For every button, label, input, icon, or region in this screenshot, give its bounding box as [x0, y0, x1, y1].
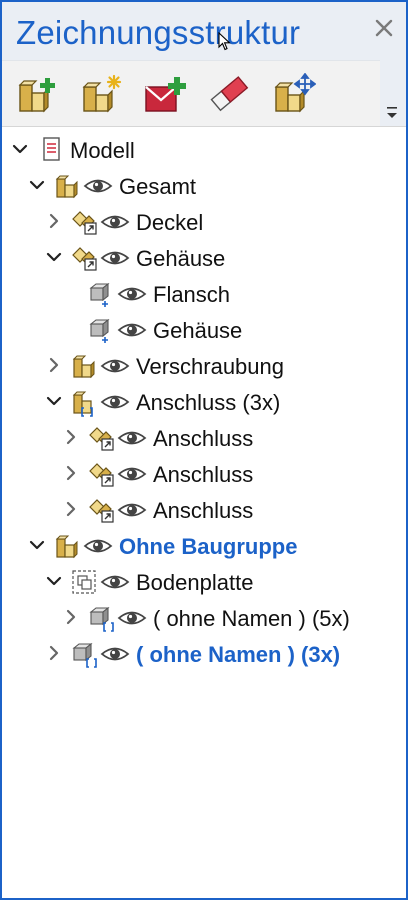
eye-icon[interactable]: [117, 498, 147, 522]
toolbar-buttons: [2, 60, 380, 126]
chevron-down-icon[interactable]: [46, 249, 62, 265]
assembly-link-icon: [72, 211, 97, 235]
tree-item-label: Flansch: [153, 282, 231, 307]
tree-item-label: Anschluss (3x): [136, 390, 281, 415]
tree-row[interactable]: Flansch: [2, 276, 406, 312]
chevron-down-icon[interactable]: [29, 177, 45, 193]
eye-icon[interactable]: [117, 282, 147, 306]
tree-row[interactable]: Anschluss: [2, 420, 406, 456]
tree-item-label: Bodenplatte: [136, 570, 254, 595]
tree-row[interactable]: Verschraubung: [2, 348, 406, 384]
assembly-instance-icon: [72, 391, 93, 417]
tree-row[interactable]: Anschluss: [2, 456, 406, 492]
eye-icon[interactable]: [117, 318, 147, 342]
tree-row[interactable]: Gehäuse: [2, 240, 406, 276]
chevron-right-icon[interactable]: [46, 213, 62, 229]
chevron-right-icon[interactable]: [63, 429, 79, 445]
chevron-down-icon[interactable]: [12, 141, 28, 157]
assembly-link-icon: [89, 427, 114, 451]
drawing-structure-panel: Zeichnungsstruktur Modell Gesamt Deckel …: [0, 0, 408, 900]
eye-icon[interactable]: [100, 354, 130, 378]
tree-item-label: Ohne Baugruppe: [119, 534, 298, 559]
chevron-right-icon[interactable]: [63, 609, 79, 625]
chevron-right-icon[interactable]: [46, 357, 62, 373]
eye-icon[interactable]: [100, 210, 130, 234]
tree-item-label: ( ohne Namen ) (3x): [136, 642, 341, 667]
toolbar: [2, 60, 406, 126]
tree-row[interactable]: Anschluss (3x): [2, 384, 406, 420]
assembly-link-icon: [89, 463, 114, 487]
part-instance-icon: [89, 606, 114, 632]
close-icon[interactable]: [372, 16, 396, 40]
eye-icon[interactable]: [100, 570, 130, 594]
eye-icon[interactable]: [117, 462, 147, 486]
eye-icon[interactable]: [117, 606, 147, 630]
tree-item-label: ( ohne Namen ) (5x): [153, 606, 350, 631]
chevron-down-icon[interactable]: [384, 104, 400, 122]
tree-row[interactable]: Bodenplatte: [2, 564, 406, 600]
chevron-right-icon[interactable]: [63, 501, 79, 517]
eye-icon[interactable]: [117, 426, 147, 450]
eye-icon[interactable]: [100, 246, 130, 270]
assembly-icon: [55, 175, 78, 199]
part-icon: [89, 282, 110, 307]
chevron-down-icon[interactable]: [29, 537, 45, 553]
tree-item-label: Gehäuse: [136, 246, 226, 271]
tree-item-label: Verschraubung: [136, 354, 284, 379]
tree-row[interactable]: Modell: [2, 132, 406, 168]
assembly-icon: [72, 355, 95, 379]
tree-row[interactable]: Deckel: [2, 204, 406, 240]
tree-item-label: Gehäuse: [153, 318, 243, 343]
tree-item-label: Modell: [70, 138, 135, 163]
tree-row[interactable]: Gesamt: [2, 168, 406, 204]
eye-icon[interactable]: [83, 174, 113, 198]
structure-tree: Modell Gesamt Deckel Gehäuse Flansch Gehäuse V…: [2, 126, 406, 898]
tree-row[interactable]: ( ohne Namen ) (5x): [2, 600, 406, 636]
tree-item-label: Anschluss: [153, 426, 254, 451]
chevron-down-icon[interactable]: [46, 393, 62, 409]
tree-row[interactable]: Gehäuse: [2, 312, 406, 348]
assembly-icon: [55, 535, 78, 559]
document-icon: [43, 137, 60, 161]
eraser-icon[interactable]: [206, 73, 252, 115]
tree-row[interactable]: ( ohne Namen ) (3x): [2, 636, 406, 672]
chevron-down-icon[interactable]: [46, 573, 62, 589]
tree-item-label: Gesamt: [119, 174, 197, 199]
chevron-right-icon[interactable]: [63, 465, 79, 481]
mouse-cursor-icon: [218, 32, 231, 51]
panel-title: Zeichnungsstruktur: [16, 14, 301, 51]
tree-row[interactable]: Anschluss: [2, 492, 406, 528]
tree-item-label: Anschluss: [153, 498, 254, 523]
eye-icon[interactable]: [83, 534, 113, 558]
group-dashed-icon: [72, 570, 96, 594]
tree-item-label: Deckel: [136, 210, 204, 235]
group-move-icon[interactable]: [270, 73, 316, 115]
eye-icon[interactable]: [100, 642, 130, 666]
chevron-right-icon[interactable]: [46, 645, 62, 661]
tree-item-label: Anschluss: [153, 462, 254, 487]
eye-icon[interactable]: [100, 390, 130, 414]
panel-titlebar: Zeichnungsstruktur: [2, 2, 406, 60]
assembly-link-icon: [72, 247, 97, 271]
tree-row[interactable]: Ohne Baugruppe: [2, 528, 406, 564]
part-icon: [89, 318, 110, 343]
assembly-link-icon: [89, 499, 114, 523]
mail-add-icon[interactable]: [142, 73, 188, 115]
group-add-icon[interactable]: [14, 73, 60, 115]
part-instance-icon: [72, 642, 97, 668]
group-new-icon[interactable]: [78, 73, 124, 115]
